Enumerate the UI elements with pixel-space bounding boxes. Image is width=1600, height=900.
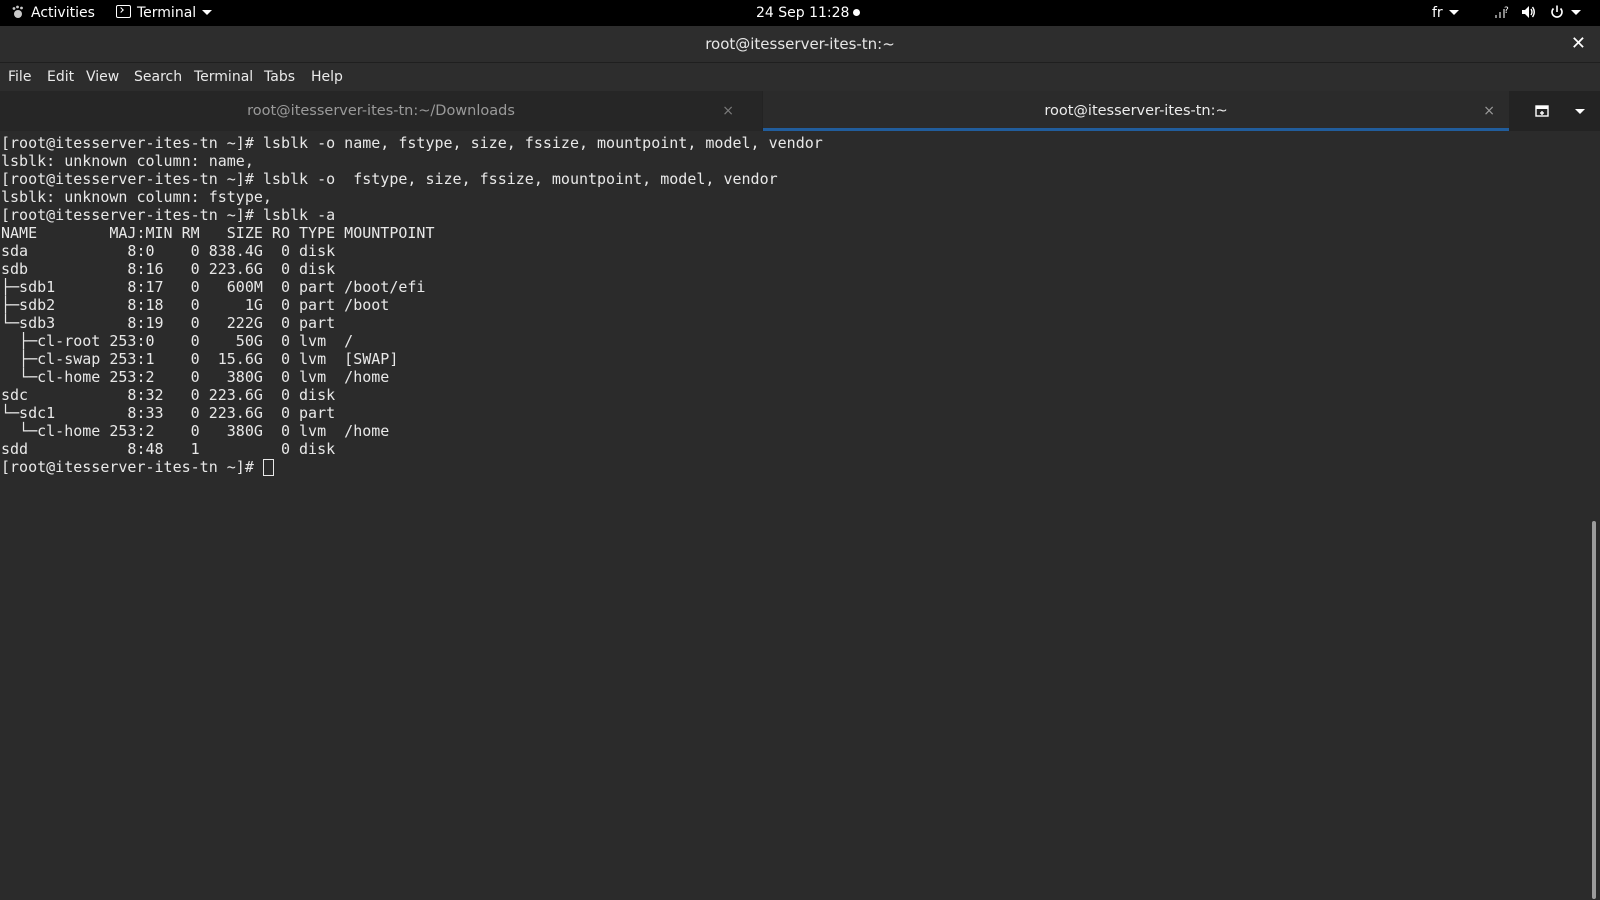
text-cursor — [262, 459, 274, 476]
terminal-line: ├─cl-root 253:0 0 50G 0 lvm / — [1, 332, 354, 350]
tab-bar: root@itesserver-ites-tn:~/Downloads × ro… — [0, 91, 1600, 131]
top-bar: Activities Terminal 24 Sep 11:28 fr ? — [0, 0, 1600, 26]
new-tab-icon — [1535, 105, 1549, 117]
terminal-line: └─cl-home 253:2 0 380G 0 lvm /home — [1, 368, 390, 386]
activities-button[interactable]: Activities — [11, 0, 95, 26]
chevron-down-icon — [1448, 10, 1459, 15]
terminal-line: sdd 8:48 1 0 disk — [1, 440, 336, 458]
terminal-output: [root@itesserver-ites-tn ~]# lsblk -o na… — [1, 134, 823, 476]
app-menu-button[interactable]: Terminal — [116, 0, 213, 26]
tab-home[interactable]: root@itesserver-ites-tn:~ × — [763, 91, 1509, 131]
tab-close-button[interactable]: × — [722, 91, 734, 131]
terminal-line: [root@itesserver-ites-tn ~]# lsblk -o na… — [1, 134, 823, 152]
tab-title: root@itesserver-ites-tn:~/Downloads — [247, 103, 515, 119]
svg-text:?: ? — [1504, 6, 1509, 16]
terminal-icon — [116, 5, 131, 18]
terminal-line: ├─cl-swap 253:1 0 15.6G 0 lvm [SWAP] — [1, 350, 399, 368]
keyboard-layout-button[interactable]: fr — [1432, 0, 1459, 26]
menu-search[interactable]: Search — [134, 63, 182, 91]
tab-list-menu-button[interactable] — [1566, 91, 1594, 131]
terminal-line: [root@itesserver-ites-tn ~]# lsblk -o fs… — [1, 170, 778, 188]
gnome-foot-icon — [12, 5, 23, 18]
menu-terminal[interactable]: Terminal — [194, 63, 253, 91]
network-icon[interactable]: ? — [1494, 0, 1510, 26]
terminal-line: [root@itesserver-ites-tn ~]# lsblk -a — [1, 206, 336, 224]
new-tab-button[interactable] — [1524, 91, 1560, 131]
menu-edit[interactable]: Edit — [47, 63, 74, 91]
clock-button[interactable]: 24 Sep 11:28 — [756, 0, 861, 26]
scrollbar-thumb[interactable] — [1592, 521, 1596, 899]
menu-help[interactable]: Help — [311, 63, 343, 91]
window-headerbar: root@itesserver-ites-tn:~ ✕ — [0, 26, 1600, 63]
terminal-line: NAME MAJ:MIN RM SIZE RO TYPE MOUNTPOINT — [1, 224, 435, 242]
window-title: root@itesserver-ites-tn:~ — [705, 35, 895, 53]
terminal-line: ├─sdb1 8:17 0 600M 0 part /boot/efi — [1, 278, 426, 296]
tab-downloads[interactable]: root@itesserver-ites-tn:~/Downloads × — [0, 91, 762, 131]
menu-file[interactable]: File — [8, 63, 31, 91]
keyboard-layout-label: fr — [1432, 5, 1443, 21]
window-close-button[interactable]: ✕ — [1571, 26, 1586, 62]
activities-label: Activities — [31, 5, 95, 21]
menubar: File Edit View Search Terminal Tabs Help — [0, 63, 1600, 91]
power-icon — [1551, 5, 1563, 18]
terminal-line: sdb 8:16 0 223.6G 0 disk — [1, 260, 336, 278]
terminal-line: └─cl-home 253:2 0 380G 0 lvm /home — [1, 422, 390, 440]
terminal-line: sda 8:0 0 838.4G 0 disk — [1, 242, 336, 260]
volume-icon[interactable] — [1520, 0, 1536, 26]
terminal-scrollbar[interactable] — [1588, 131, 1600, 900]
tab-close-button[interactable]: × — [1483, 91, 1495, 131]
power-menu-button[interactable] — [1549, 0, 1581, 26]
terminal-line: └─sdb3 8:19 0 222G 0 part — [1, 314, 336, 332]
chevron-down-icon — [202, 10, 213, 15]
terminal-prompt: [root@itesserver-ites-tn ~]# — [1, 458, 263, 476]
notification-dot-icon — [853, 9, 861, 16]
chevron-down-icon — [1571, 10, 1581, 15]
clock-label: 24 Sep 11:28 — [756, 5, 850, 21]
terminal-line: └─sdc1 8:33 0 223.6G 0 part — [1, 404, 336, 422]
tab-title: root@itesserver-ites-tn:~ — [1044, 103, 1228, 119]
terminal-line: lsblk: unknown column: name, — [1, 152, 254, 170]
terminal-line: lsblk: unknown column: fstype, — [1, 188, 272, 206]
terminal-view[interactable]: [root@itesserver-ites-tn ~]# lsblk -o na… — [0, 131, 1588, 900]
menu-tabs[interactable]: Tabs — [264, 63, 295, 91]
app-menu-label: Terminal — [137, 5, 197, 21]
menu-view[interactable]: View — [86, 63, 119, 91]
terminal-line: ├─sdb2 8:18 0 1G 0 part /boot — [1, 296, 390, 314]
terminal-line: sdc 8:32 0 223.6G 0 disk — [1, 386, 336, 404]
